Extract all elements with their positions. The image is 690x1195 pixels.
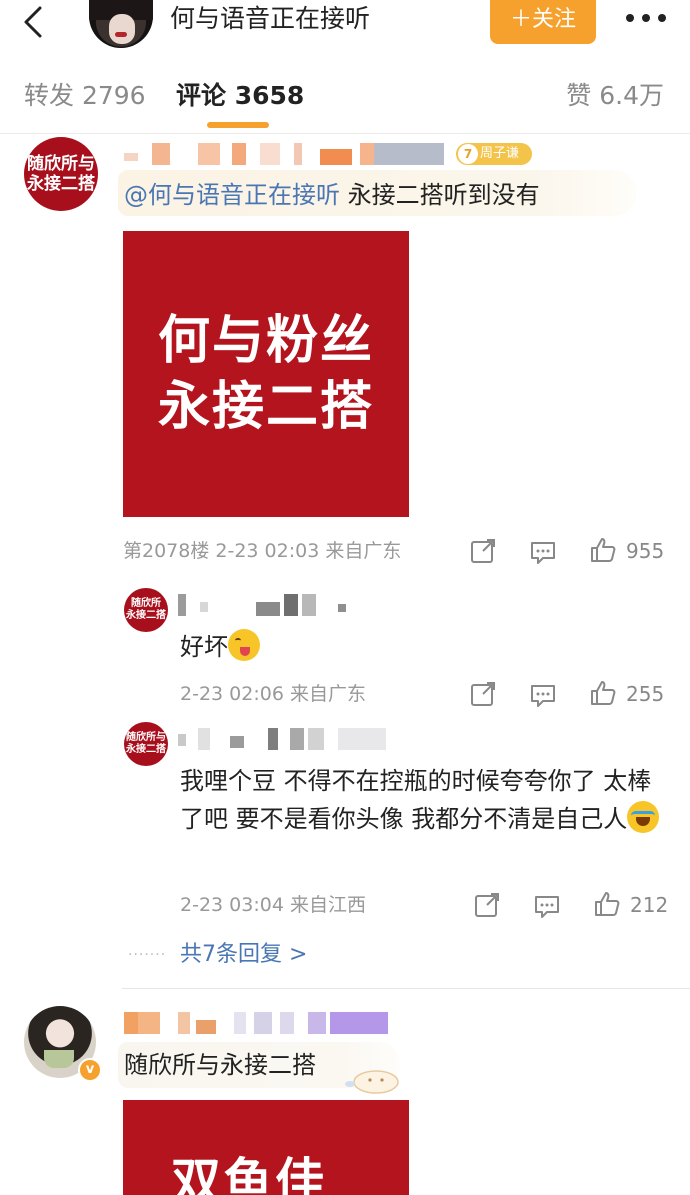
tab-repost[interactable]: 转发 2796 — [24, 80, 146, 112]
verified-badge: v — [78, 1058, 102, 1082]
avatar-text-line: 随欣所 — [131, 598, 161, 609]
image-text-line: 双鱼佳 — [171, 1153, 327, 1195]
thread-dots: ······· — [128, 947, 167, 963]
bubble-decoration-icon — [345, 1070, 399, 1094]
reply-meta: 2-23 03:04 来自江西 — [180, 894, 366, 916]
follow-button[interactable]: ＋关注 — [490, 0, 596, 44]
reply-body: 好坏 — [180, 633, 228, 661]
avatar-text-line: 永接二搭 — [126, 610, 166, 621]
comment-image[interactable]: 双鱼佳 — [123, 1100, 409, 1195]
top-bar: 何与语音正在接听 ＋关注 — [0, 0, 690, 58]
author-name[interactable]: 何与语音正在接听 — [170, 4, 370, 34]
mention-link[interactable]: @何与语音正在接听 — [124, 181, 340, 209]
comment-icon[interactable] — [533, 892, 561, 920]
like-icon[interactable] — [589, 536, 617, 564]
commenter-avatar[interactable]: 随欣所与 永接二搭 — [24, 137, 98, 211]
avatar-text-line: 随欣所与 — [126, 732, 166, 743]
share-icon[interactable] — [473, 891, 501, 919]
like-count: 255 — [626, 682, 665, 706]
like-icon[interactable] — [593, 890, 621, 918]
tab-bar: 转发 2796 评论 3658 赞 6.4万 — [0, 58, 690, 134]
laugh-cry-emoji-icon — [627, 801, 660, 833]
reply-avatar[interactable]: 随欣所与 永接二搭 — [124, 722, 168, 766]
blurred-username[interactable] — [178, 728, 388, 750]
tongue-emoji-icon — [228, 629, 260, 661]
more-options-icon[interactable] — [622, 8, 670, 32]
reply-body: 我哩个豆 不得不在控瓶的时候夸夸你了 太棒了吧 要不是看你头像 我都分不清是自己… — [180, 767, 652, 833]
image-text-line: 何与粉丝 — [157, 311, 374, 371]
author-avatar[interactable] — [89, 0, 153, 48]
comment-icon[interactable] — [529, 681, 557, 709]
avatar-text-line: 永接二搭 — [27, 174, 95, 194]
comment-icon[interactable] — [529, 538, 557, 566]
reply-text: 好坏 — [180, 628, 260, 666]
divider — [122, 988, 690, 989]
comment-body: 随欣所与永接二搭 — [124, 1051, 316, 1079]
comment-meta: 第2078楼 2-23 02:03 来自广东 — [123, 540, 402, 562]
reply-avatar[interactable]: 随欣所 永接二搭 — [124, 588, 168, 632]
tab-likes[interactable]: 赞 6.4万 — [566, 80, 664, 112]
view-more-replies-link[interactable]: 共7条回复 > — [180, 940, 307, 970]
like-count: 212 — [630, 893, 669, 917]
comment-page: 何与语音正在接听 ＋关注 转发 2796 评论 3658 赞 6.4万 随欣所与… — [0, 0, 690, 1195]
reply-meta: 2-23 02:06 来自广东 — [180, 683, 366, 705]
badge-label: 周子谦 — [480, 146, 520, 161]
blurred-username[interactable] — [124, 143, 450, 165]
reply-text: 我哩个豆 不得不在控瓶的时候夸夸你了 太棒了吧 要不是看你头像 我都分不清是自己… — [180, 762, 670, 838]
image-text-line: 永接二搭 — [157, 377, 374, 437]
tab-comments[interactable]: 评论 3658 — [176, 80, 304, 112]
share-icon[interactable] — [469, 680, 497, 708]
blurred-username[interactable] — [178, 594, 348, 616]
like-count: 955 — [626, 539, 665, 563]
back-arrow-icon[interactable] — [14, 4, 54, 44]
avatar-text-line: 永接二搭 — [126, 744, 166, 755]
comment-image[interactable]: 何与粉丝 永接二搭 — [123, 231, 409, 517]
avatar-text-line: 随欣所与 — [27, 154, 95, 174]
fan-badge[interactable]: 7 周子谦 — [456, 143, 532, 165]
comment-body: 永接二搭听到没有 — [340, 181, 540, 209]
like-icon[interactable] — [589, 679, 617, 707]
share-icon[interactable] — [469, 537, 497, 565]
active-tab-indicator — [207, 122, 269, 128]
comment-text: @何与语音正在接听 永接二搭听到没有 — [124, 180, 540, 210]
blurred-username[interactable] — [124, 1012, 388, 1034]
badge-level: 7 — [458, 144, 478, 164]
